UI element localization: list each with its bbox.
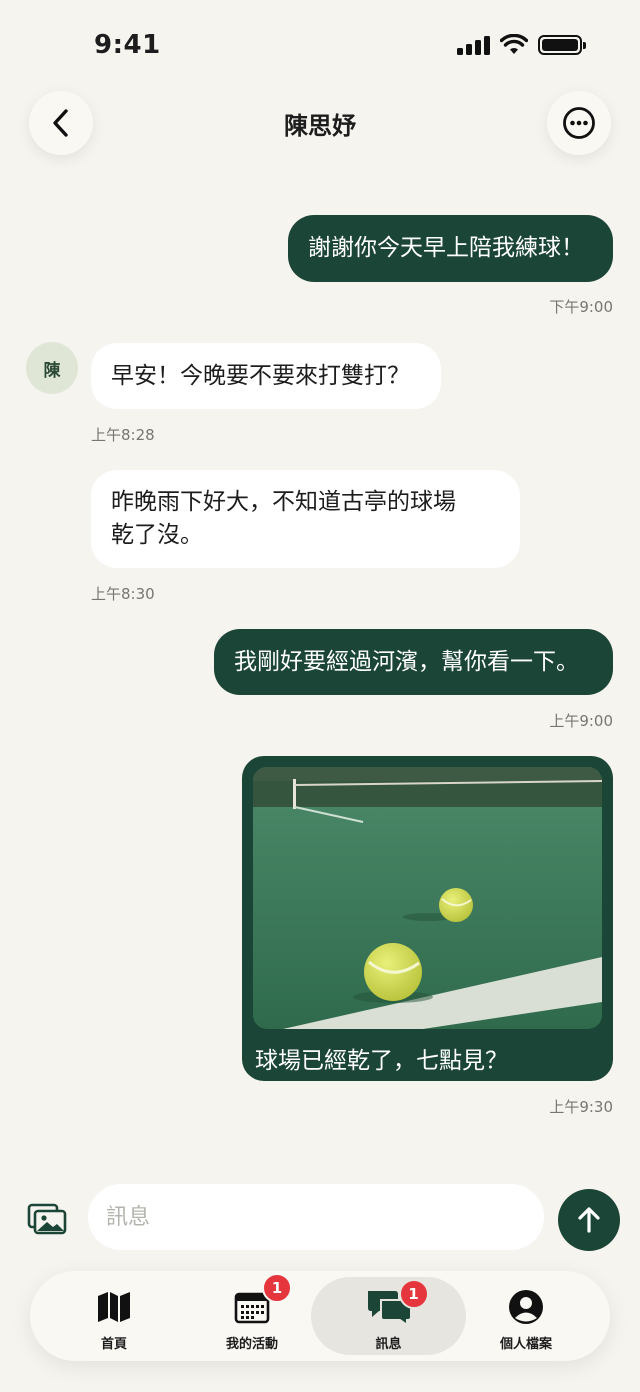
message-timestamp: 上午8:30 (91, 585, 155, 603)
tab-label: 個人檔案 (499, 1337, 552, 1352)
arrow-up-icon (578, 1207, 600, 1233)
outgoing-message[interactable]: 謝謝你今天早上陪我練球！ (288, 215, 613, 282)
battery-icon (538, 35, 586, 55)
tab-label: 首頁 (100, 1337, 127, 1352)
photo-gallery-button[interactable] (24, 1196, 70, 1242)
message-text: 我剛好要經過河濱，幫你看一下。 (234, 648, 579, 675)
tab-my-activities[interactable]: 1 我的活動 (182, 1271, 322, 1361)
person-circle-icon (508, 1289, 544, 1325)
chat-title: 陳思妤 (284, 112, 356, 140)
wifi-icon (500, 34, 528, 54)
contact-avatar[interactable]: 陳 (26, 342, 78, 394)
calendar-icon: 1 (234, 1273, 292, 1325)
message-text-line: 乾了沒。 (111, 522, 203, 548)
tab-home[interactable]: 首頁 (44, 1271, 184, 1361)
outgoing-message[interactable]: 我剛好要經過河濱，幫你看一下。 (214, 629, 613, 695)
incoming-message[interactable]: 昨晚雨下好大，不知道古亭的球場 乾了沒。 (91, 470, 520, 568)
cellular-signal-icon (457, 35, 490, 55)
tab-label: 我的活動 (225, 1337, 278, 1352)
more-options-button[interactable] (547, 91, 611, 155)
send-button[interactable] (558, 1189, 620, 1251)
status-icons (457, 34, 586, 56)
tennis-court-photo[interactable] (253, 767, 602, 1029)
message-input[interactable] (88, 1184, 544, 1250)
tab-bar: 首頁 1 我的活動 1 訊息 個人檔案 (30, 1271, 610, 1361)
incoming-message[interactable]: 早安！今晚要不要來打雙打？ (91, 343, 441, 409)
avatar-initial: 陳 (43, 360, 61, 381)
outgoing-image-message[interactable]: 球場已經乾了，七點見？ (242, 756, 613, 1081)
status-time: 9:41 (94, 30, 161, 60)
tab-profile[interactable]: 個人檔案 (456, 1271, 596, 1361)
chat-bubbles-icon: 1 (365, 1279, 429, 1326)
message-timestamp: 下午9:00 (549, 298, 613, 316)
map-icon (96, 1289, 132, 1325)
status-bar: 9:41 (0, 0, 640, 92)
message-timestamp: 上午9:30 (549, 1098, 613, 1116)
message-timestamp: 上午8:28 (91, 426, 155, 444)
message-timestamp: 上午9:00 (549, 712, 613, 730)
notification-badge: 1 (262, 1273, 292, 1303)
notification-badge: 1 (398, 1279, 429, 1309)
message-text-line: 昨晚雨下好大，不知道古亭的球場 (111, 489, 456, 515)
photo-gallery-icon (27, 1203, 67, 1235)
tab-messages[interactable]: 1 訊息 (311, 1277, 466, 1355)
image-caption: 球場已經乾了，七點見？ (255, 1048, 508, 1074)
tab-label: 訊息 (375, 1337, 402, 1352)
message-text: 早安！今晚要不要來打雙打？ (111, 362, 410, 389)
message-text: 謝謝你今天早上陪我練球！ (308, 235, 584, 261)
ellipsis-circle-icon (563, 107, 595, 139)
